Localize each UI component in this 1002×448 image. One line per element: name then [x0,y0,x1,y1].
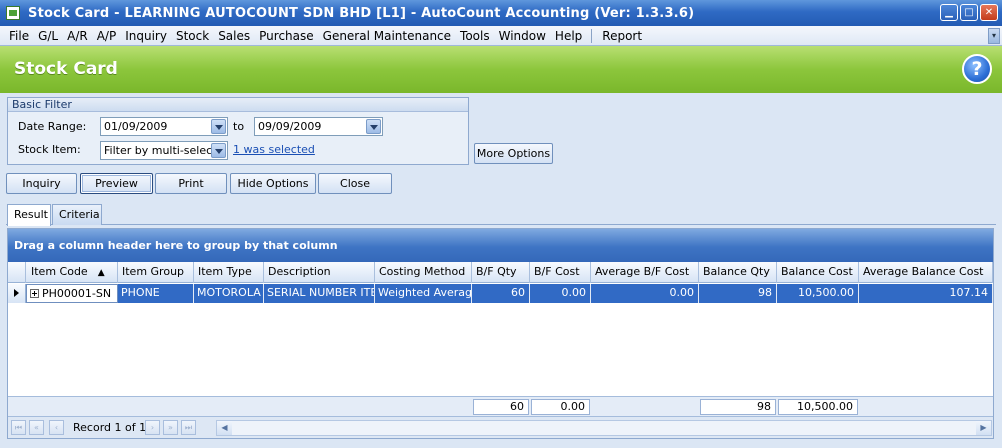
cell-item-code[interactable]: PH00001-SN [26,284,118,303]
column-header-item-code[interactable]: Item Code ▲ [26,262,118,283]
stock-item-select[interactable]: Filter by multi-select [100,141,228,160]
column-header-bf-cost[interactable]: B/F Cost [530,262,591,283]
horizontal-scrollbar[interactable]: ◀ ▶ [216,420,992,436]
record-navigator: ⏮ « ‹ Record 1 of 1 › » ⏭ ◀ ▶ [8,416,993,438]
preview-button[interactable]: Preview [80,173,153,194]
menu-separator [591,28,593,43]
totals-footer-row: 60 0.00 98 10,500.00 [8,396,993,416]
menu-general-maintenance[interactable]: General Maintenance [319,26,456,46]
print-button[interactable]: Print [155,173,227,194]
menu-file[interactable]: File [5,26,34,46]
total-balance-cost: 10,500.00 [778,399,858,415]
column-header-balance-cost[interactable]: Balance Cost [777,262,859,283]
column-header-label: Item Code [31,265,88,278]
to-label: to [233,120,245,133]
basic-filter-group: Basic Filter Date Range: 01/09/2009 to 0… [7,97,469,165]
minimize-button[interactable]: ▁ [940,4,958,21]
group-by-panel[interactable]: Drag a column header here to group by th… [8,229,993,262]
scroll-left-button[interactable]: ◀ [217,421,232,435]
inquiry-button[interactable]: Inquiry [6,173,77,194]
result-grid: Drag a column header here to group by th… [7,228,994,439]
total-bf-cost: 0.00 [531,399,590,415]
tab-strip: Result Criteria [6,203,996,226]
close-button[interactable]: Close [318,173,392,194]
last-record-button[interactable]: ⏭ [181,420,196,435]
column-header-row: Item Code ▲ Item Group Item Type Descript… [8,262,993,283]
help-icon[interactable]: ? [962,54,992,84]
menu-bar: File G/L A/R A/P Inquiry Stock Sales Pur… [0,26,1002,46]
record-count-text: Record 1 of 1 [73,421,147,434]
date-from-field[interactable]: 01/09/2009 [100,117,228,136]
tab-result[interactable]: Result [7,204,51,226]
menu-inquiry[interactable]: Inquiry [121,26,172,46]
sort-ascending-icon: ▲ [97,268,105,278]
maximize-button[interactable]: □ [960,4,978,21]
menu-overflow-button[interactable]: ▾ [988,28,1000,44]
title-bar: Stock Card - LEARNING AUTOCOUNT SDN BHD … [0,0,1002,26]
chevron-down-icon[interactable] [211,119,226,134]
next-record-button[interactable]: › [145,420,160,435]
tab-criteria[interactable]: Criteria [52,204,102,225]
previous-record-button[interactable]: ‹ [49,420,64,435]
cell-item-type[interactable]: MOTOROLA [194,284,264,303]
total-bf-qty: 60 [473,399,529,415]
hide-options-button[interactable]: Hide Options [230,173,316,194]
cell-description[interactable]: SERIAL NUMBER ITEM [264,284,375,303]
date-range-label: Date Range: [18,120,87,133]
previous-page-button[interactable]: « [29,420,44,435]
menu-sales[interactable]: Sales [214,26,255,46]
column-header-average-bf-cost[interactable]: Average B/F Cost [591,262,699,283]
column-header-description[interactable]: Description [264,262,375,283]
menu-gl[interactable]: G/L [34,26,63,46]
next-page-button[interactable]: » [163,420,178,435]
column-header-bf-qty[interactable]: B/F Qty [472,262,530,283]
close-window-button[interactable]: ✕ [980,4,998,21]
page-title: Stock Card [14,59,118,79]
cell-balance-qty[interactable]: 98 [699,284,777,303]
date-from-value: 01/09/2009 [104,120,168,133]
more-options-button[interactable]: More Options [474,143,553,164]
column-header-costing-method[interactable]: Costing Method [375,262,472,283]
cell-bf-cost[interactable]: 0.00 [530,284,591,303]
app-icon [6,6,20,20]
selected-items-link[interactable]: 1 was selected [233,143,315,156]
cell-balance-cost[interactable]: 10,500.00 [777,284,859,303]
stock-item-label: Stock Item: [18,143,81,156]
menu-ap[interactable]: A/P [93,26,122,46]
basic-filter-title: Basic Filter [8,98,468,112]
first-record-button[interactable]: ⏮ [11,420,26,435]
column-header-balance-qty[interactable]: Balance Qty [699,262,777,283]
menu-purchase[interactable]: Purchase [255,26,319,46]
header-band: Stock Card ? [0,46,1002,93]
item-code-value: PH00001-SN [42,287,112,300]
column-header-item-group[interactable]: Item Group [118,262,194,283]
window-title: Stock Card - LEARNING AUTOCOUNT SDN BHD … [28,5,695,21]
cell-item-group[interactable]: PHONE [118,284,194,303]
row-indicator-icon [8,284,26,303]
scroll-right-button[interactable]: ▶ [976,421,991,435]
menu-window[interactable]: Window [495,26,551,46]
total-balance-qty: 98 [700,399,776,415]
stock-item-value: Filter by multi-select [104,144,217,157]
column-header-average-balance-cost[interactable]: Average Balance Cost [859,262,993,283]
table-row[interactable]: PH00001-SN PHONE MOTOROLA SERIAL NUMBER … [8,284,993,303]
row-indicator-header [8,262,26,283]
menu-report[interactable]: Report [598,26,647,46]
menu-stock[interactable]: Stock [172,26,214,46]
menu-ar[interactable]: A/R [63,26,93,46]
date-to-field[interactable]: 09/09/2009 [254,117,383,136]
column-header-item-type[interactable]: Item Type [194,262,264,283]
expand-icon[interactable] [30,288,39,298]
window-controls: ▁ □ ✕ [940,4,998,21]
chevron-down-icon[interactable] [211,143,226,158]
date-to-value: 09/09/2009 [258,120,322,133]
cell-average-balance-cost[interactable]: 107.14 [859,284,993,303]
cell-average-bf-cost[interactable]: 0.00 [591,284,699,303]
menu-tools[interactable]: Tools [456,26,495,46]
chevron-down-icon[interactable] [366,119,381,134]
cell-bf-qty[interactable]: 60 [472,284,530,303]
cell-costing-method[interactable]: Weighted Average [375,284,472,303]
menu-help[interactable]: Help [551,26,587,46]
